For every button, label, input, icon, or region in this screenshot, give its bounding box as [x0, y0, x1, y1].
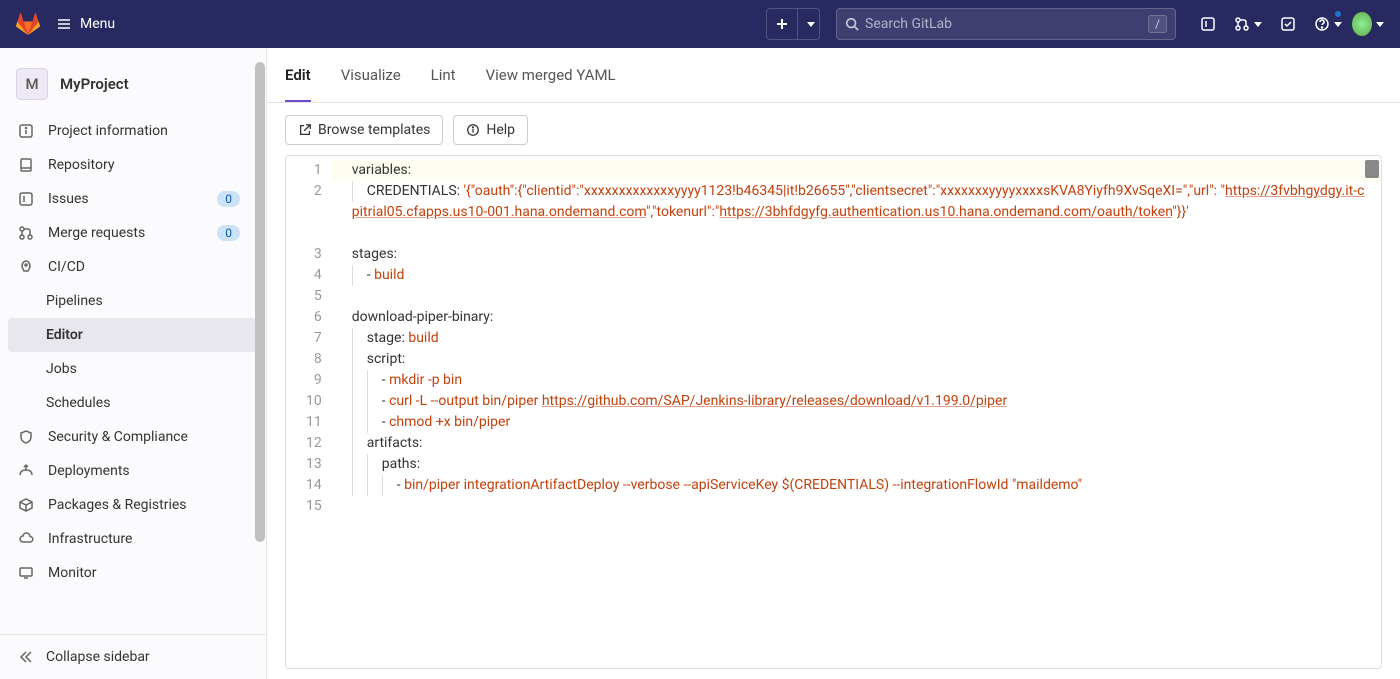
- mr-badge: 0: [217, 225, 240, 241]
- collapse-label: Collapse sidebar: [46, 649, 150, 665]
- nav-merge-requests[interactable]: Merge requests 0: [0, 216, 266, 250]
- issues-shortcut[interactable]: [1192, 8, 1224, 40]
- sub-schedules[interactable]: Schedules: [0, 386, 266, 420]
- search-kbd-hint: /: [1148, 15, 1167, 33]
- package-icon: [18, 497, 34, 513]
- cloud-icon: [18, 531, 34, 547]
- nav-label: Deployments: [48, 463, 130, 479]
- nav-cicd[interactable]: CI/CD: [0, 250, 266, 284]
- nav-label: Infrastructure: [48, 531, 132, 547]
- chevrons-left-icon: [18, 649, 34, 665]
- nav-repository[interactable]: Repository: [0, 148, 266, 182]
- merge-icon: [18, 225, 34, 241]
- nav-security[interactable]: Security & Compliance: [0, 420, 266, 454]
- tab-merged-yaml[interactable]: View merged YAML: [486, 48, 616, 102]
- code-editor[interactable]: 123456789101112131415 variables:CREDENTI…: [285, 155, 1382, 669]
- todos-shortcut[interactable]: [1272, 8, 1304, 40]
- create-new-group: [766, 8, 820, 40]
- top-bar: Menu /: [0, 0, 1400, 48]
- search-box[interactable]: /: [836, 8, 1176, 40]
- sidebar: M MyProject Project information Reposito…: [0, 48, 267, 679]
- rocket-icon: [18, 259, 34, 275]
- nav-label: Repository: [48, 157, 114, 173]
- monitor-icon: [18, 565, 34, 581]
- tab-edit[interactable]: Edit: [285, 48, 311, 102]
- search-input[interactable]: [865, 16, 1148, 32]
- gitlab-logo[interactable]: [16, 12, 40, 36]
- help-button[interactable]: Help: [453, 115, 528, 145]
- plus-icon: [776, 18, 788, 30]
- todo-icon: [1280, 16, 1296, 32]
- nav-infrastructure[interactable]: Infrastructure: [0, 522, 266, 556]
- repo-icon: [18, 157, 34, 173]
- nav-label: Security & Compliance: [48, 429, 188, 445]
- nav-packages[interactable]: Packages & Registries: [0, 488, 266, 522]
- nav-project-information[interactable]: Project information: [0, 114, 266, 148]
- issues-icon: [18, 191, 34, 207]
- editor-toolbar: Browse templates Help: [267, 103, 1400, 145]
- nav-label: Packages & Registries: [48, 497, 187, 513]
- browse-templates-button[interactable]: Browse templates: [285, 115, 443, 145]
- info-circle-icon: [466, 123, 480, 137]
- sub-editor[interactable]: Editor: [8, 318, 258, 352]
- nav-label: Merge requests: [48, 225, 145, 241]
- issues-icon: [1200, 16, 1216, 32]
- shield-icon: [18, 429, 34, 445]
- nav-deployments[interactable]: Deployments: [0, 454, 266, 488]
- hamburger-icon: [56, 16, 72, 32]
- tab-lint[interactable]: Lint: [431, 48, 456, 102]
- user-avatar: [1352, 12, 1372, 36]
- project-name: MyProject: [60, 75, 129, 93]
- sub-jobs[interactable]: Jobs: [0, 352, 266, 386]
- menu-label: Menu: [80, 16, 115, 32]
- nav-label: Monitor: [48, 565, 97, 581]
- info-icon: [18, 123, 34, 139]
- help-dropdown[interactable]: [1312, 8, 1344, 40]
- editor-tabs: Edit Visualize Lint View merged YAML: [267, 48, 1400, 103]
- project-avatar: M: [16, 68, 48, 100]
- sidebar-scrollbar[interactable]: [255, 62, 265, 542]
- question-icon: [1314, 16, 1330, 32]
- nav-issues[interactable]: Issues 0: [0, 182, 266, 216]
- nav-label: Project information: [48, 123, 168, 139]
- user-menu[interactable]: [1352, 8, 1384, 40]
- nav-label: Issues: [48, 191, 89, 207]
- search-icon: [845, 17, 859, 31]
- issues-badge: 0: [217, 191, 240, 207]
- code-content[interactable]: variables:CREDENTIALS: '{"oauth":{"clien…: [332, 156, 1381, 668]
- main-content: Edit Visualize Lint View merged YAML Bro…: [267, 48, 1400, 679]
- merge-requests-shortcut[interactable]: [1232, 8, 1264, 40]
- collapse-sidebar[interactable]: Collapse sidebar: [0, 634, 266, 679]
- line-numbers: 123456789101112131415: [286, 156, 332, 668]
- nav-label: CI/CD: [48, 259, 85, 275]
- sub-pipelines[interactable]: Pipelines: [0, 284, 266, 318]
- external-link-icon: [298, 123, 312, 137]
- menu-toggle[interactable]: Menu: [48, 16, 123, 32]
- nav-monitor[interactable]: Monitor: [0, 556, 266, 590]
- deploy-icon: [18, 463, 34, 479]
- project-header[interactable]: M MyProject: [0, 54, 266, 114]
- minimap-viewport[interactable]: [1365, 160, 1379, 178]
- create-new-button[interactable]: [766, 8, 798, 40]
- merge-icon: [1234, 16, 1250, 32]
- tab-visualize[interactable]: Visualize: [341, 48, 401, 102]
- create-new-dropdown[interactable]: [798, 8, 820, 40]
